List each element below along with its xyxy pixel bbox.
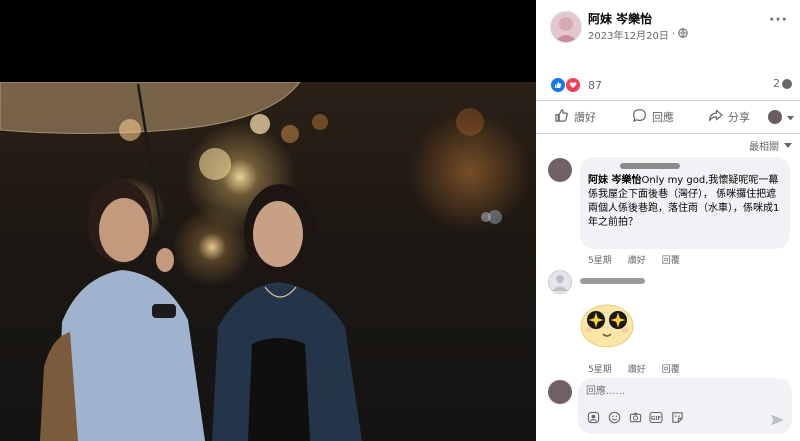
comment-meta: 5星期 讚好 回覆 [588, 253, 680, 266]
comment-label: 回應 [652, 111, 674, 124]
more-options-button[interactable]: ··· [769, 12, 788, 28]
post-as-selector[interactable] [768, 110, 794, 124]
send-icon[interactable] [771, 411, 784, 430]
photo-viewer [0, 0, 536, 441]
meta-separator: · [671, 29, 676, 40]
reaction-count: 87 [588, 78, 602, 92]
svg-text:GIF: GIF [651, 416, 662, 422]
photo-scene [0, 82, 502, 441]
comment-time[interactable]: 5星期 [588, 362, 612, 375]
like-label: 讚好 [574, 111, 596, 124]
right-person-face [253, 201, 303, 267]
share-button[interactable]: 分享 [708, 108, 750, 126]
laughing-star-eyes-sticker [579, 300, 635, 348]
caret-down-icon [787, 111, 794, 124]
thumbs-up-icon [554, 108, 569, 126]
comment-reply-link[interactable]: 回覆 [662, 253, 680, 266]
caret-down-icon [784, 140, 792, 151]
composer-tools: GIF [586, 410, 684, 424]
post-side-panel: 阿妹 岑樂怡 2023年12月20日 · ··· 87 2 讚好 回應 分享 最… [536, 0, 800, 441]
commenter-avatar[interactable] [548, 270, 572, 294]
comment-like-link[interactable]: 讚好 [628, 362, 646, 375]
left-person-hand [156, 248, 174, 272]
commenter-avatar[interactable] [548, 158, 572, 182]
comment-author[interactable]: 阿妹 岑樂怡 [588, 175, 641, 186]
comment-time[interactable]: 5星期 [588, 253, 612, 266]
gif-icon[interactable]: GIF [649, 410, 663, 424]
comment-input[interactable] [586, 383, 736, 399]
sticker-icon[interactable] [670, 410, 684, 424]
comment-bubble: 阿妹 岑樂怡Only my god,我懷疑呢呢一幕係我屋企下面後巷（灣仔）， 係… [580, 157, 790, 249]
reaction-summary[interactable]: 87 [550, 77, 602, 93]
comment-composer: GIF [578, 378, 792, 434]
left-person-shirt [58, 270, 205, 441]
globe-icon [678, 28, 688, 41]
current-user-avatar[interactable] [548, 380, 572, 404]
comment-body: 阿妹 岑樂怡Only my god,我懷疑呢呢一幕係我屋企下面後巷（灣仔）， 係… [588, 174, 786, 230]
love-reaction-icon [565, 77, 581, 93]
share-icon [708, 108, 723, 126]
camera-icon[interactable] [628, 410, 642, 424]
emoji-icon[interactable] [607, 410, 621, 424]
comment-meta: 5星期 讚好 回覆 [588, 362, 680, 375]
sort-label: 最相關 [749, 142, 779, 153]
right-person-top [248, 338, 310, 441]
comment-bubble-icon [782, 78, 792, 89]
profile-avatar-mini [768, 110, 782, 124]
comment-count[interactable]: 2 [773, 77, 792, 90]
post-actions-bar: 讚好 回應 分享 [536, 100, 800, 134]
comment-button[interactable]: 回應 [632, 108, 674, 126]
author-name[interactable]: 阿妹 岑樂怡 [588, 10, 652, 27]
comment-reply-link[interactable]: 回覆 [662, 362, 680, 375]
share-label: 分享 [728, 111, 750, 124]
post-photo[interactable] [0, 82, 536, 441]
post-date[interactable]: 2023年12月20日 [588, 27, 669, 42]
post-meta: 2023年12月20日 · [588, 27, 688, 42]
left-person-face [99, 198, 149, 262]
comment-sort-dropdown[interactable]: 最相關 [749, 138, 792, 153]
author-avatar[interactable] [550, 11, 582, 43]
comment-count-value: 2 [773, 77, 780, 90]
comment-like-link[interactable]: 讚好 [628, 253, 646, 266]
avatar-sticker-icon[interactable] [586, 410, 600, 424]
redacted-name-bar [580, 278, 645, 284]
redacted-name-bar [620, 163, 680, 169]
like-reaction-icon [550, 77, 566, 93]
like-button[interactable]: 讚好 [554, 108, 596, 126]
comment-icon [632, 108, 647, 126]
